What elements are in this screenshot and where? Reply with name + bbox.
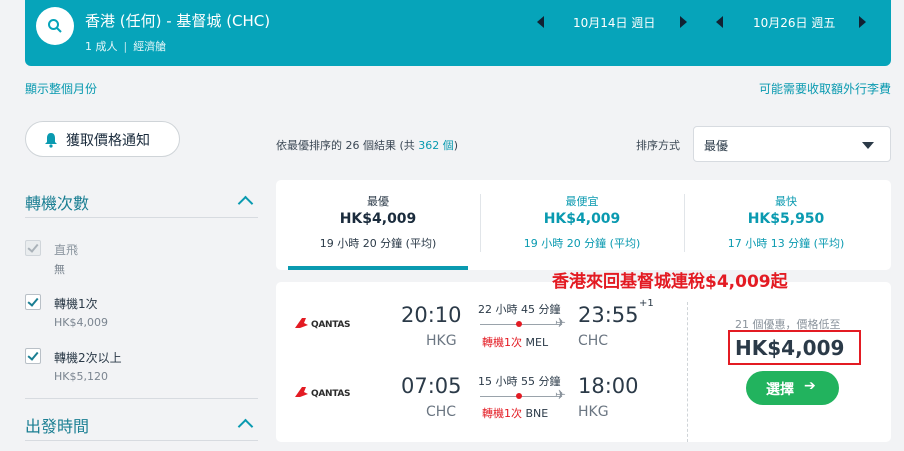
collapse-depart-time-icon[interactable] xyxy=(237,418,254,435)
sort-tabs: 最優 HK$4,009 19 小時 20 分鐘 (平均) 最便宜 HK$4,00… xyxy=(276,180,891,270)
chevron-down-icon xyxy=(862,142,874,149)
stop-dot xyxy=(516,321,522,327)
show-month-link[interactable]: 顯示整個月份 xyxy=(25,80,97,97)
results-count: 依最優排序的 26 個結果 (共 362 個) xyxy=(276,137,458,153)
arrow-right-icon: ➔ xyxy=(804,378,816,394)
results-prefix: 依最優排序的 26 個結果 (共 xyxy=(276,139,419,152)
option-label-one-stop[interactable]: 轉機1次 xyxy=(54,295,98,312)
svg-text:QANTAS: QANTAS xyxy=(311,389,350,399)
check-icon xyxy=(27,349,39,361)
tab-price: HK$4,009 xyxy=(543,211,621,227)
option-label-two-plus-stops[interactable]: 轉機2次以上 xyxy=(54,349,122,366)
depart-next-date-icon[interactable] xyxy=(680,16,687,28)
inbound-arrive-code: HKG xyxy=(578,404,609,420)
extra-fees-link[interactable]: 可能需要收取額外行李費 xyxy=(759,80,891,97)
search-icon xyxy=(48,19,62,33)
sort-label: 排序方式 xyxy=(636,139,680,152)
option-price-two-plus-stops: HK$5,120 xyxy=(54,370,108,383)
tab-cheapest[interactable]: 最便宜 HK$4,009 19 小時 20 分鐘 (平均) xyxy=(480,180,684,270)
promo-headline: 香港來回基督城連稅$4,009起 xyxy=(552,272,788,292)
divider xyxy=(687,302,688,442)
tab-price: HK$4,009 xyxy=(339,211,417,227)
option-label-nonstop: 直飛 xyxy=(54,243,79,257)
stops-count: 轉機1次 xyxy=(482,336,522,349)
results-suffix: ) xyxy=(453,139,459,152)
price-alert-label: 獲取價格通知 xyxy=(66,133,150,149)
divider xyxy=(25,217,258,218)
tab-title: 最快 xyxy=(775,195,797,208)
active-tab-indicator xyxy=(288,266,468,270)
tab-fastest[interactable]: 最快 HK$5,950 17 小時 13 分鐘 (平均) xyxy=(684,180,888,270)
stops-count: 轉機1次 xyxy=(482,407,522,420)
tab-price: HK$5,950 xyxy=(747,211,825,227)
stops-filter-title[interactable]: 轉機次數 xyxy=(25,190,89,214)
checkbox-nonstop xyxy=(25,240,41,256)
depart-time-filter-title[interactable]: 出發時間 xyxy=(25,413,89,437)
inbound-arrive-time: 18:00 xyxy=(578,374,639,398)
depart-prev-date-icon[interactable] xyxy=(537,16,544,28)
checkbox-two-plus-stops[interactable] xyxy=(25,348,41,364)
outbound-duration: 22 小時 45 分鐘 xyxy=(478,303,561,316)
inbound-depart-time: 07:05 xyxy=(401,374,462,398)
result-price: HK$4,009 xyxy=(735,336,845,360)
day-offset: +1 xyxy=(639,298,654,309)
outbound-arrive-code: CHC xyxy=(578,333,609,349)
collapse-stops-icon[interactable] xyxy=(237,195,254,212)
bell-icon xyxy=(45,133,57,148)
route-text: 香港 (任何) - 基督城 (CHC) xyxy=(85,12,271,30)
inbound-depart-code: CHC xyxy=(426,404,457,420)
divider xyxy=(25,398,258,399)
select-label: 選擇 xyxy=(766,382,794,398)
outbound-stops: 轉機1次 MEL xyxy=(482,334,548,350)
svg-text:QANTAS: QANTAS xyxy=(311,320,350,330)
cabin-class: 經濟艙 xyxy=(133,40,167,53)
check-icon xyxy=(27,295,39,307)
depart-date[interactable]: 10月14日 週日 xyxy=(573,14,655,31)
inbound-stops: 轉機1次 BNE xyxy=(482,405,548,421)
outbound-depart-code: HKG xyxy=(426,333,457,349)
plane-icon: ✈ xyxy=(555,316,566,331)
qantas-logo-outbound: QANTAS xyxy=(295,318,351,330)
tab-duration: 19 小時 20 分鐘 (平均) xyxy=(319,237,437,250)
select-button[interactable]: 選擇 ➔ xyxy=(746,371,839,405)
tab-best[interactable]: 最優 HK$4,009 19 小時 20 分鐘 (平均) xyxy=(276,180,480,270)
via-airport: MEL xyxy=(525,336,549,349)
sort-select[interactable]: 最優 xyxy=(693,126,891,162)
return-next-date-icon[interactable] xyxy=(859,16,866,28)
separator: | xyxy=(123,40,128,53)
passenger-count: 1 成人 xyxy=(85,40,118,53)
price-alert-button[interactable]: 獲取價格通知 xyxy=(25,121,180,157)
search-summary-bar[interactable]: 香港 (任何) - 基督城 (CHC) 1 成人 | 經濟艙 10月14日 週日 1… xyxy=(25,0,891,66)
return-prev-date-icon[interactable] xyxy=(716,16,723,28)
sort-value: 最優 xyxy=(704,139,729,153)
option-price-nonstop: 無 xyxy=(54,263,65,276)
via-airport: BNE xyxy=(525,407,549,420)
search-button[interactable] xyxy=(36,7,74,45)
tab-duration: 17 小時 13 分鐘 (平均) xyxy=(727,237,845,250)
tab-title: 最便宜 xyxy=(565,195,599,208)
plane-icon: ✈ xyxy=(555,388,566,403)
tab-title: 最優 xyxy=(367,195,389,208)
return-date[interactable]: 10月26日 週五 xyxy=(753,14,835,31)
outbound-arrive-time: 23:55 xyxy=(578,303,639,327)
outbound-depart-time: 20:10 xyxy=(401,303,462,327)
check-icon xyxy=(27,241,39,253)
inbound-duration: 15 小時 55 分鐘 xyxy=(478,375,561,388)
stop-dot xyxy=(516,393,522,399)
option-price-one-stop: HK$4,009 xyxy=(54,316,108,329)
passenger-cabin-summary: 1 成人 | 經濟艙 xyxy=(85,38,166,54)
tab-duration: 19 小時 20 分鐘 (平均) xyxy=(523,237,641,250)
checkbox-one-stop[interactable] xyxy=(25,294,41,310)
divider xyxy=(25,440,258,441)
qantas-logo-inbound: QANTAS xyxy=(295,387,351,399)
results-total-link[interactable]: 362 個 xyxy=(418,139,454,152)
